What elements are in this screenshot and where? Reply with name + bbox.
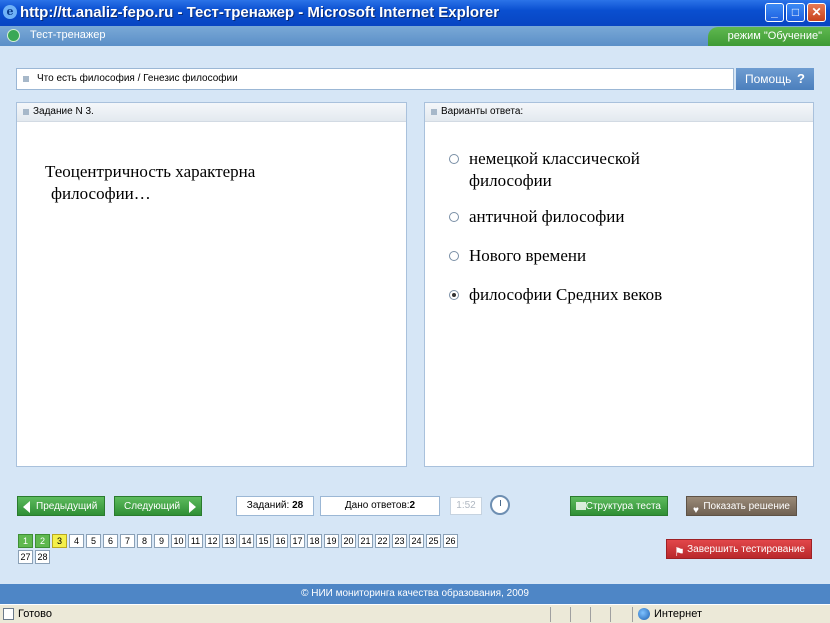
next-button[interactable]: Следующий xyxy=(114,496,202,516)
page-number-box[interactable]: 23 xyxy=(392,534,407,548)
status-divider xyxy=(632,607,633,622)
window-title: http://tt.analiz-fepo.ru - Тест-тренажер… xyxy=(20,4,500,21)
ie-icon: e xyxy=(3,5,17,19)
help-button[interactable]: Помощь ? xyxy=(736,68,814,90)
mode-badge: режим "Обучение" xyxy=(707,27,830,46)
task-number: Задание N 3. xyxy=(33,106,94,117)
arrow-left-icon xyxy=(23,501,30,513)
tasks-count-box: Заданий: 28 xyxy=(236,496,314,516)
page-number-box[interactable]: 19 xyxy=(324,534,339,548)
page-number-box[interactable]: 21 xyxy=(358,534,373,548)
question-mark-icon: ? xyxy=(797,71,805,86)
timer-display: 1:52 xyxy=(450,497,482,515)
arrow-right-icon xyxy=(189,501,196,513)
app-logo-icon xyxy=(7,29,20,42)
window-title-bar[interactable]: e http://tt.analiz-fepo.ru - Тест-тренаж… xyxy=(0,0,830,26)
question-line-2: философии… xyxy=(51,184,151,203)
app-title: Тест-тренажер xyxy=(30,29,106,41)
breadcrumb-text: Что есть философия / Генезис философии xyxy=(37,73,238,84)
status-divider xyxy=(590,607,591,622)
answered-count-box: Дано ответов:2 xyxy=(320,496,440,516)
task-panel: Задание N 3. Теоцентричность характерна … xyxy=(16,102,407,467)
answer-option-text: Нового времени xyxy=(469,246,587,265)
status-text: Готово xyxy=(18,608,52,620)
page-number-box[interactable]: 9 xyxy=(154,534,169,548)
page-number-box[interactable]: 5 xyxy=(86,534,101,548)
page-number-box[interactable]: 8 xyxy=(137,534,152,548)
page-number-box[interactable]: 25 xyxy=(426,534,441,548)
answered-label: Дано ответов: xyxy=(344,500,410,511)
page-number-box[interactable]: 2 xyxy=(35,534,50,548)
footer-copyright: © НИИ мониторинга качества образования, … xyxy=(0,584,830,604)
task-panel-header: Задание N 3. xyxy=(17,103,406,122)
answer-option-text: философии Средних веков xyxy=(469,285,663,304)
page-icon xyxy=(3,608,14,620)
internet-zone-icon xyxy=(638,608,650,620)
bullet-icon xyxy=(23,109,29,115)
status-divider xyxy=(570,607,571,622)
page-number-box[interactable]: 16 xyxy=(273,534,288,548)
next-label: Следующий xyxy=(124,501,181,512)
bullet-icon xyxy=(431,109,437,115)
page-number-box[interactable]: 27 xyxy=(18,550,33,564)
page-number-box[interactable]: 12 xyxy=(205,534,220,548)
page-number-box[interactable]: 14 xyxy=(239,534,254,548)
answers-panel-header: Варианты ответа: xyxy=(425,103,813,122)
question-text: Теоцентричность характерна философии… xyxy=(45,161,335,205)
app-header: Тест-тренажер режим "Обучение" xyxy=(0,26,830,46)
structure-icon xyxy=(576,502,586,510)
breadcrumb: Что есть философия / Генезис философии xyxy=(16,68,734,90)
answers-panel: Варианты ответа: немецкой классической ф… xyxy=(424,102,814,467)
help-label: Помощь xyxy=(745,72,792,86)
finish-test-button[interactable]: ⚑ Завершить тестирование xyxy=(666,539,812,559)
page-number-box[interactable]: 11 xyxy=(188,534,203,548)
page-number-box[interactable]: 24 xyxy=(409,534,424,548)
finish-label: Завершить тестирование xyxy=(687,544,805,555)
bullet-icon xyxy=(23,76,29,82)
answered-count: 2 xyxy=(409,500,416,511)
page-number-box[interactable]: 17 xyxy=(290,534,305,548)
question-line-1: Теоцентричность характерна xyxy=(45,162,256,181)
structure-label: Структура теста xyxy=(585,501,661,512)
page-number-box[interactable]: 13 xyxy=(222,534,237,548)
page-number-box[interactable]: 15 xyxy=(256,534,271,548)
radio-button-selected[interactable] xyxy=(449,290,459,300)
answer-option-text: немецкой классической xyxy=(469,149,640,168)
show-solution-button[interactable]: ♥ Показать решение xyxy=(686,496,797,516)
page-number-box[interactable]: 18 xyxy=(307,534,322,548)
page-number-box[interactable]: 4 xyxy=(69,534,84,548)
minimize-button[interactable]: _ xyxy=(765,3,784,22)
page-number-box[interactable]: 7 xyxy=(120,534,135,548)
radio-button[interactable] xyxy=(449,212,459,222)
clock-icon[interactable] xyxy=(490,495,510,515)
page-number-box[interactable]: 1 xyxy=(18,534,33,548)
runner-icon: ⚑ xyxy=(674,545,685,559)
page-number-box[interactable]: 26 xyxy=(443,534,458,548)
show-solution-label: Показать решение xyxy=(703,501,790,512)
maximize-button[interactable]: □ xyxy=(786,3,805,22)
prev-button[interactable]: Предыдущий xyxy=(17,496,105,516)
status-divider xyxy=(550,607,551,622)
tasks-count: 28 xyxy=(292,500,304,511)
prev-label: Предыдущий xyxy=(36,501,98,512)
tasks-label: Заданий: xyxy=(246,500,290,511)
structure-button[interactable]: Структура теста xyxy=(570,496,668,516)
radio-button[interactable] xyxy=(449,154,459,164)
page-number-box[interactable]: 3 xyxy=(52,534,67,548)
close-button[interactable]: ✕ xyxy=(807,3,826,22)
security-zone-label: Интернет xyxy=(654,608,702,620)
answer-option-text: античной философии xyxy=(469,207,625,226)
status-divider xyxy=(610,607,611,622)
answers-header: Варианты ответа: xyxy=(441,106,524,117)
main-area: Что есть философия / Генезис философии П… xyxy=(0,46,830,584)
page-number-box[interactable]: 10 xyxy=(171,534,186,548)
page-number-box[interactable]: 20 xyxy=(341,534,356,548)
page-number-box[interactable]: 6 xyxy=(103,534,118,548)
book-icon: ♥ xyxy=(693,505,699,516)
page-number-box[interactable]: 28 xyxy=(35,550,50,564)
status-bar: Готово Интернет xyxy=(0,604,830,623)
page-number-box[interactable]: 22 xyxy=(375,534,390,548)
radio-button[interactable] xyxy=(449,251,459,261)
answer-option-text: философии xyxy=(469,171,552,190)
